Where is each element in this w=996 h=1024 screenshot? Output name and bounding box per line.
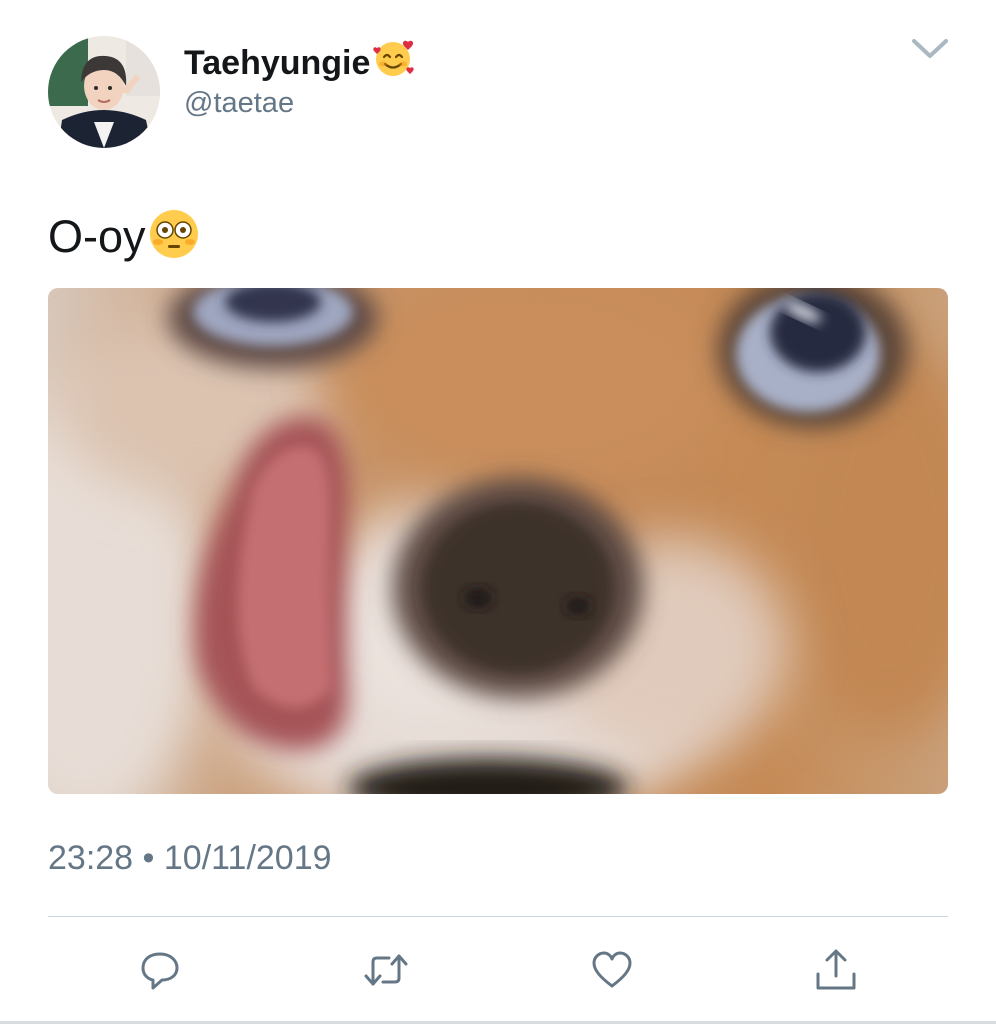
flushed-face-icon — [148, 208, 200, 274]
retweet-icon — [364, 954, 408, 986]
share-icon — [816, 949, 856, 990]
share-button[interactable] — [814, 948, 858, 992]
like-icon — [592, 951, 632, 988]
tweet-timestamp: 23:28 • 10/11/2019 — [48, 839, 332, 877]
chevron-down-icon[interactable] — [910, 36, 950, 62]
dog-photo — [48, 288, 948, 794]
reply-button[interactable] — [138, 948, 182, 992]
reply-icon — [141, 952, 179, 990]
like-button[interactable] — [590, 948, 634, 992]
tweet-text: O-oy — [48, 208, 200, 274]
user-handle[interactable]: @taetae — [184, 84, 294, 122]
profile-photo — [48, 36, 160, 148]
smiling-face-with-hearts-icon — [372, 36, 416, 91]
tweet-text-content: O-oy — [48, 211, 146, 262]
retweet-button[interactable] — [362, 948, 408, 992]
tweet-photo[interactable] — [48, 288, 948, 794]
display-name-text: Taehyungie — [184, 44, 371, 82]
display-name[interactable]: Taehyungie — [184, 36, 416, 91]
divider — [48, 916, 948, 917]
avatar[interactable] — [48, 36, 160, 148]
